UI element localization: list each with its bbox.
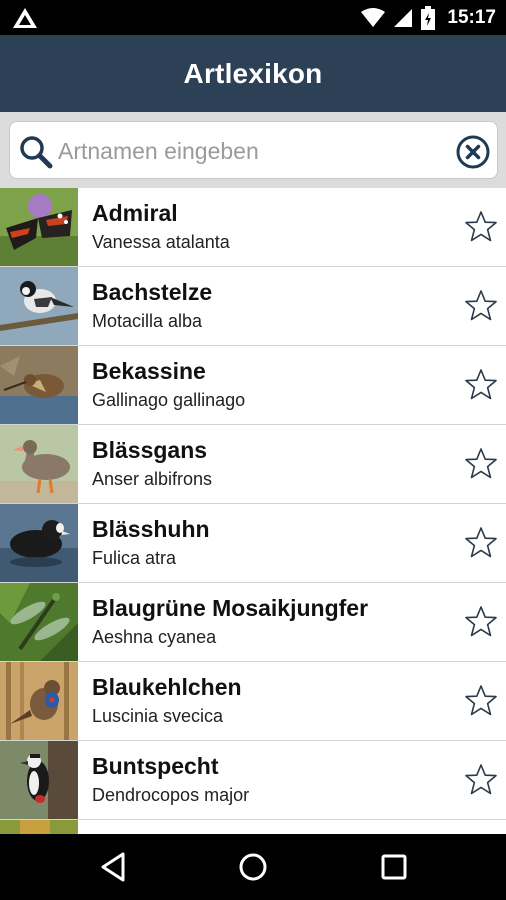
species-photo: [0, 346, 78, 424]
favorite-star-icon[interactable]: [464, 210, 498, 244]
search-input[interactable]: [58, 132, 448, 170]
signal-icon: [394, 9, 413, 27]
species-photo: [0, 188, 78, 266]
butterfly-photo-icon: [0, 188, 78, 266]
list-item-bekassine[interactable]: Bekassine Gallinago gallinago: [0, 346, 506, 425]
favorite-star-icon[interactable]: [464, 763, 498, 797]
back-icon[interactable]: [97, 850, 131, 884]
species-name: Buntspecht: [92, 753, 219, 779]
notification-icon: [13, 8, 37, 28]
species-latin-name: Dendrocopos major: [92, 785, 250, 805]
snipe-photo-icon: [0, 346, 78, 424]
species-photo: [0, 820, 78, 834]
list-item-admiral[interactable]: Admiral Vanessa atalanta: [0, 188, 506, 267]
search-icon: [20, 136, 53, 169]
navigation-bar: [0, 834, 506, 900]
species-name: Bachstelze: [92, 279, 213, 305]
home-icon[interactable]: [236, 850, 270, 884]
favorite-star-icon[interactable]: [464, 684, 498, 718]
species-name: Admiral: [92, 200, 178, 226]
species-latin-name: Aeshna cyanea: [92, 627, 217, 647]
species-name: Blaukehlchen: [92, 674, 242, 700]
bluethroat-photo-icon: [0, 662, 78, 740]
favorite-star-icon[interactable]: [464, 447, 498, 481]
species-photo: [0, 425, 78, 503]
search-box: [9, 121, 498, 179]
search-area: [0, 112, 506, 188]
wagtail-photo-icon: [0, 267, 78, 345]
list-item-blaugruene-mosaikjungfer[interactable]: Blaugrüne Mosaikjungfer Aeshna cyanea: [0, 583, 506, 662]
species-photo: [0, 267, 78, 345]
species-photo: [0, 583, 78, 661]
woodpecker-photo-icon: [0, 741, 78, 819]
favorite-star-icon[interactable]: [464, 526, 498, 560]
species-latin-name: Vanessa atalanta: [92, 232, 230, 252]
species-latin-name: Motacilla alba: [92, 311, 203, 331]
species-name: Bekassine: [92, 358, 206, 384]
favorite-star-icon[interactable]: [464, 368, 498, 402]
species-list: Admiral Vanessa atalanta Bachstelze Mota…: [0, 188, 506, 834]
list-item-buntspecht[interactable]: Buntspecht Dendrocopos major: [0, 741, 506, 820]
dragonfly-photo-icon: [0, 583, 78, 661]
list-item-blaesshuhn[interactable]: Blässhuhn Fulica atra: [0, 504, 506, 583]
clear-icon[interactable]: [455, 134, 491, 170]
species-latin-name: Luscinia svecica: [92, 706, 224, 726]
wifi-icon: [361, 8, 386, 27]
goose-photo-icon: [0, 425, 78, 503]
app-bar: Artlexikon: [0, 35, 506, 112]
species-photo: [0, 504, 78, 582]
partial-photo-icon: [0, 820, 78, 834]
species-photo: [0, 662, 78, 740]
species-latin-name: Fulica atra: [92, 548, 177, 568]
status-time: 15:17: [447, 7, 496, 28]
list-item-partial[interactable]: [0, 820, 506, 834]
page-title: Artlexikon: [183, 57, 323, 89]
list-item-blaessgans[interactable]: Blässgans Anser albifrons: [0, 425, 506, 504]
list-item-bachstelze[interactable]: Bachstelze Motacilla alba: [0, 267, 506, 346]
species-latin-name: Gallinago gallinago: [92, 390, 246, 410]
status-bar: 15:17: [0, 0, 506, 35]
species-name: Blaugrüne Mosaikjungfer: [92, 595, 369, 621]
battery-icon: [421, 6, 436, 30]
species-name: Blässgans: [92, 437, 208, 463]
species-photo: [0, 741, 78, 819]
coot-photo-icon: [0, 504, 78, 582]
favorite-star-icon[interactable]: [464, 605, 498, 639]
recents-icon[interactable]: [377, 850, 411, 884]
list-item-blaukehlchen[interactable]: Blaukehlchen Luscinia svecica: [0, 662, 506, 741]
favorite-star-icon[interactable]: [464, 289, 498, 323]
species-name: Blässhuhn: [92, 516, 210, 542]
species-latin-name: Anser albifrons: [92, 469, 213, 489]
